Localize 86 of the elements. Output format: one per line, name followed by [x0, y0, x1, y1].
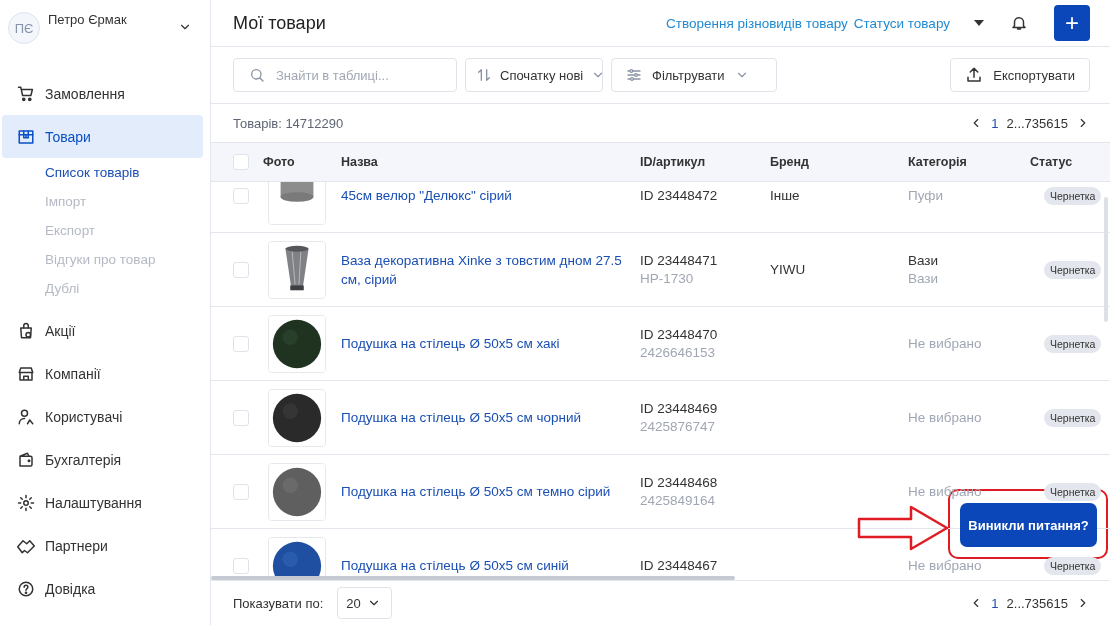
header-link[interactable]: Статуси товару [853, 15, 950, 31]
sidebar-item[interactable]: Довідка [2, 567, 203, 610]
shopping-bag-icon [17, 321, 35, 340]
page-link[interactable]: 1 [991, 595, 999, 611]
product-sku: HP-1730 [640, 271, 695, 286]
column-header[interactable]: Категорія [908, 155, 1030, 169]
header-link[interactable]: Створення різновидів товару [666, 15, 848, 31]
user-icon [17, 407, 35, 426]
status-badge: Чернетка [1044, 186, 1102, 205]
sidebar-subitem[interactable]: Список товарів [45, 158, 210, 187]
page-size-label: Показувати по: [233, 595, 324, 611]
category-cell-text: Вази [908, 271, 940, 286]
status-badge: Чернетка [1044, 556, 1102, 575]
product-name-link[interactable]: Ваза декоративна Xinke з товстим дном 27.5 см, сірий [341, 250, 640, 289]
help-icon [17, 579, 35, 598]
category-cell-text: Не вибрано [908, 410, 983, 425]
column-header[interactable]: Назва [341, 155, 640, 169]
row-checkbox[interactable] [233, 261, 249, 278]
sidebar-item[interactable]: Компанії [2, 352, 203, 395]
sidebar-item[interactable]: Акції [2, 309, 203, 352]
bell-icon [1010, 14, 1028, 32]
sidebar-item[interactable]: Товари [2, 115, 203, 158]
page-size-select[interactable]: 20 [337, 587, 392, 619]
scrollbar[interactable] [1104, 197, 1108, 322]
status-badge: Чернетка [1044, 260, 1102, 279]
scrollbar[interactable] [211, 576, 735, 580]
category-cell-text: Вази [908, 253, 940, 268]
search-field[interactable]: Знайти в таблиці... [233, 58, 457, 92]
page-link[interactable]: 1 [991, 115, 999, 131]
cart-icon [17, 84, 35, 103]
sort-arrows-icon [476, 67, 492, 83]
product-name-link[interactable]: Подушка на стілець Ø 50x5 см хакі [341, 334, 640, 353]
export-button[interactable]: Експортувати [950, 58, 1090, 92]
sliders-icon [626, 67, 642, 83]
status-badge: Чернетка [1044, 482, 1102, 501]
product-id: ID 23448469 [640, 401, 719, 416]
column-header[interactable]: Бренд [770, 155, 908, 169]
product-name-link[interactable]: Подушка на стілець Ø 50x5 см темно сірий [341, 482, 640, 501]
column-header[interactable]: Статус [1030, 155, 1110, 169]
search-icon [249, 67, 265, 83]
sidebar-item[interactable]: Замовлення [2, 72, 203, 115]
select-all-checkbox[interactable] [233, 154, 249, 170]
status-badge: Чернетка [1044, 408, 1102, 427]
page-title: Мої товари [233, 12, 327, 34]
page-link[interactable]: 2...735615 [1006, 595, 1068, 611]
sidebar-item[interactable]: Налаштування [2, 481, 203, 524]
product-id: ID 23448467 [640, 558, 719, 573]
page-link[interactable]: 2...735615 [1006, 115, 1068, 131]
product-id: ID 23448470 [640, 327, 719, 342]
settings-icon [17, 493, 35, 512]
category-cell-text: Пуфи [908, 188, 944, 203]
column-header[interactable]: Фото [263, 155, 341, 169]
user-name: Петро Єрмак [48, 12, 128, 27]
help-button[interactable]: Виникли питання? [960, 503, 1097, 547]
column-header[interactable]: ID/артикул [640, 155, 770, 169]
product-id: ID 23448468 [640, 475, 719, 490]
row-checkbox[interactable] [233, 557, 249, 574]
product-sku: 2426646153 [640, 345, 717, 360]
sidebar-item[interactable]: Бухгалтерія [2, 438, 203, 481]
row-checkbox[interactable] [233, 187, 249, 204]
product-sku: 2425876747 [640, 419, 717, 434]
brand-cell: Інше [770, 188, 800, 203]
dropdown-caret-icon[interactable] [974, 20, 984, 26]
product-name-link[interactable]: Подушка на стілець Ø 50x5 см чорний [341, 408, 640, 427]
storefront-icon [17, 127, 35, 146]
upload-icon [965, 66, 984, 84]
sidebar-item[interactable]: Користувачі [2, 395, 203, 438]
row-checkbox[interactable] [233, 335, 249, 352]
product-id: ID 23448471 [640, 253, 719, 268]
brand-cell: YIWU [770, 262, 806, 277]
status-badge: Чернетка [1044, 334, 1102, 353]
sidebar-item[interactable]: Партнери [2, 524, 203, 567]
category-cell-text: Не вибрано [908, 336, 983, 351]
add-button[interactable]: + [1054, 5, 1090, 41]
category-cell-text: Не вибрано [908, 558, 983, 573]
product-name-link[interactable]: Подушка на стілець Ø 50x5 см синій [341, 556, 640, 575]
row-checkbox[interactable] [233, 483, 249, 500]
wallet-icon [17, 450, 35, 469]
product-id: ID 23448472 [640, 188, 719, 203]
building-icon [17, 364, 35, 383]
sort-dropdown[interactable]: Спочатку нові [465, 58, 603, 92]
filter-dropdown[interactable]: Фільтрувати [611, 58, 777, 92]
product-sku: 2425849164 [640, 493, 717, 508]
product-name-link[interactable]: 45см велюр "Делюкс" сірий [341, 186, 640, 205]
row-checkbox[interactable] [233, 409, 249, 426]
product-count: Товарів: 14712290 [233, 115, 345, 131]
